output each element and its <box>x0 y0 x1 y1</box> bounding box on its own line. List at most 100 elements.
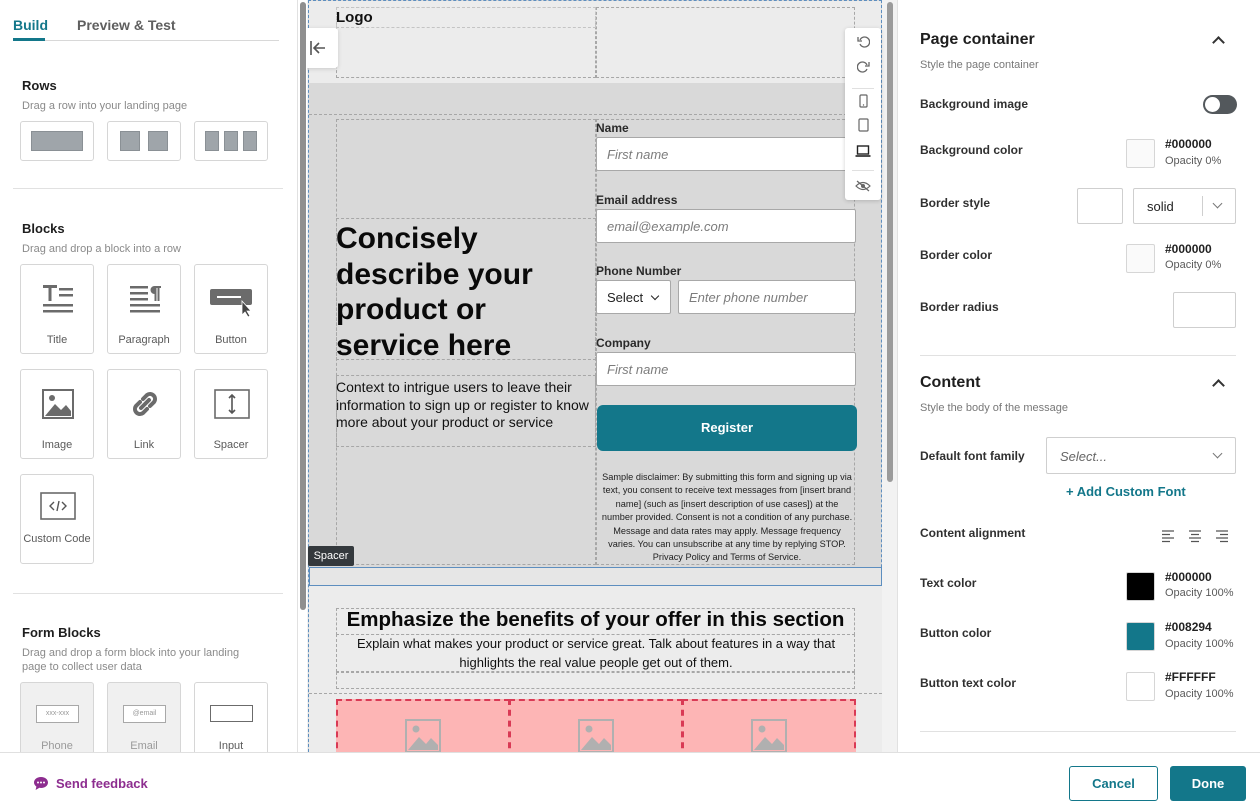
send-feedback-link[interactable]: Send feedback <box>56 776 148 791</box>
align-center-button[interactable] <box>1183 521 1208 551</box>
divider <box>13 188 283 189</box>
tab-build[interactable]: Build <box>13 17 48 33</box>
code-block-icon <box>40 492 76 520</box>
hide-preview-icon[interactable] <box>855 179 871 197</box>
title-block-icon <box>43 285 73 313</box>
hero-context[interactable]: Context to intrigue users to leave their… <box>336 379 591 432</box>
row-column-icon <box>205 131 219 151</box>
row-one-column[interactable] <box>20 121 94 161</box>
row-two-columns[interactable] <box>107 121 181 161</box>
image-icon <box>578 719 614 752</box>
toggle-knob <box>1205 97 1220 112</box>
name-input[interactable]: First name <box>596 137 856 171</box>
content-subtitle: Style the body of the message <box>920 402 1068 414</box>
image-placeholder[interactable] <box>682 699 856 752</box>
tab-preview-test[interactable]: Preview & Test <box>77 17 176 33</box>
background-color-swatch[interactable] <box>1126 139 1155 168</box>
block-link[interactable]: Link <box>107 369 181 459</box>
image-icon <box>751 719 787 752</box>
chevron-down-icon <box>1212 448 1223 459</box>
border-style-select[interactable]: solid <box>1133 188 1236 224</box>
form-blocks-title: Form Blocks <box>22 625 101 640</box>
border-width-input[interactable] <box>1077 188 1123 224</box>
add-custom-font-link[interactable]: + Add Custom Font <box>1066 484 1186 499</box>
chevron-down-icon <box>1212 198 1223 209</box>
button-text-color-opacity: Opacity 100% <box>1165 688 1234 700</box>
header-right-cell[interactable] <box>596 7 855 78</box>
row-column-icon <box>120 131 140 151</box>
align-right-button[interactable] <box>1210 521 1235 551</box>
block-label: Title <box>46 334 68 346</box>
logo-text[interactable]: Logo <box>336 9 373 26</box>
button-block-icon <box>210 289 252 317</box>
collapse-section-icon[interactable] <box>1212 36 1225 49</box>
link-block-icon <box>133 392 157 416</box>
blocks-subtitle: Drag and drop a block into a row <box>22 243 181 255</box>
builder-tabs: Build Preview & Test <box>13 10 279 41</box>
toolbar-divider <box>852 170 874 171</box>
button-color-hex: #008294 <box>1165 620 1212 634</box>
benefits-title[interactable]: Emphasize the benefits of your offer in … <box>336 608 855 632</box>
content-title: Content <box>920 374 981 391</box>
hero-headline[interactable]: Concisely describe your product or servi… <box>336 221 591 363</box>
text-color-swatch[interactable] <box>1126 572 1155 601</box>
border-color-swatch[interactable] <box>1126 244 1155 273</box>
phone-input[interactable]: Enter phone number <box>678 280 856 314</box>
block-label: Button <box>215 334 247 346</box>
row-divider <box>309 114 882 115</box>
register-button[interactable]: Register <box>597 405 857 451</box>
mobile-view-icon[interactable] <box>857 94 870 113</box>
block-button[interactable]: Button <box>194 264 268 354</box>
background-image-toggle[interactable] <box>1203 95 1237 114</box>
block-label: Link <box>133 439 155 451</box>
phone-country-select[interactable]: Select <box>596 280 671 314</box>
block-custom-code[interactable]: Custom Code <box>20 474 94 564</box>
font-family-select[interactable]: Select... <box>1046 437 1236 474</box>
rows-title: Rows <box>22 78 57 93</box>
divider <box>920 731 1236 732</box>
button-color-swatch[interactable] <box>1126 622 1155 651</box>
border-radius-input[interactable] <box>1173 292 1236 328</box>
image-placeholder[interactable] <box>509 699 683 752</box>
border-style-value: solid <box>1147 199 1174 214</box>
done-button[interactable]: Done <box>1170 766 1246 801</box>
form-block-input[interactable]: Input <box>194 682 268 752</box>
cancel-button[interactable]: Cancel <box>1069 766 1158 801</box>
form-block-email[interactable]: @email Email <box>107 682 181 752</box>
canvas-scrollbar[interactable] <box>887 2 893 482</box>
benefits-text[interactable]: Explain what makes your product or servi… <box>349 635 843 672</box>
form-block-phone[interactable]: xxx-xxx Phone <box>20 682 94 752</box>
align-left-button[interactable] <box>1156 521 1181 551</box>
collapse-panel-button[interactable] <box>307 28 338 68</box>
block-title[interactable]: Title <box>20 264 94 354</box>
block-paragraph[interactable]: Paragraph <box>107 264 181 354</box>
image-placeholder[interactable] <box>336 699 510 752</box>
border-style-label: Border style <box>920 196 991 210</box>
align-right-icon <box>1216 530 1228 543</box>
block-label: Phone <box>41 740 73 752</box>
blocks-title: Blocks <box>22 221 65 236</box>
button-text-color-swatch[interactable] <box>1126 672 1155 701</box>
logo-block <box>336 7 596 28</box>
form-blocks-subtitle: Drag and drop a form block into your lan… <box>22 647 240 673</box>
desktop-view-icon[interactable] <box>855 144 871 163</box>
block-label: Paragraph <box>118 334 170 346</box>
row-column-icon <box>148 131 168 151</box>
row-three-columns[interactable] <box>194 121 268 161</box>
redo-icon[interactable] <box>856 60 870 78</box>
left-panel-scrollbar[interactable] <box>300 2 306 610</box>
block-spacer[interactable]: Spacer <box>194 369 268 459</box>
block-image[interactable]: Image <box>20 369 94 459</box>
divider <box>920 355 1236 356</box>
collapse-section-icon[interactable] <box>1212 379 1225 392</box>
button-text-color-label: Button text color <box>920 676 1016 690</box>
spacer-block[interactable] <box>309 567 882 586</box>
email-label: Email address <box>596 193 678 207</box>
disclaimer-text[interactable]: Sample disclaimer: By submitting this fo… <box>599 471 855 565</box>
company-input[interactable]: First name <box>596 352 856 386</box>
footer-bar: Send feedback Cancel Done <box>0 752 1260 804</box>
undo-icon[interactable] <box>857 35 871 53</box>
email-input[interactable]: email@example.com <box>596 209 856 243</box>
input-field-icon <box>210 705 253 722</box>
tablet-view-icon[interactable] <box>857 118 870 137</box>
